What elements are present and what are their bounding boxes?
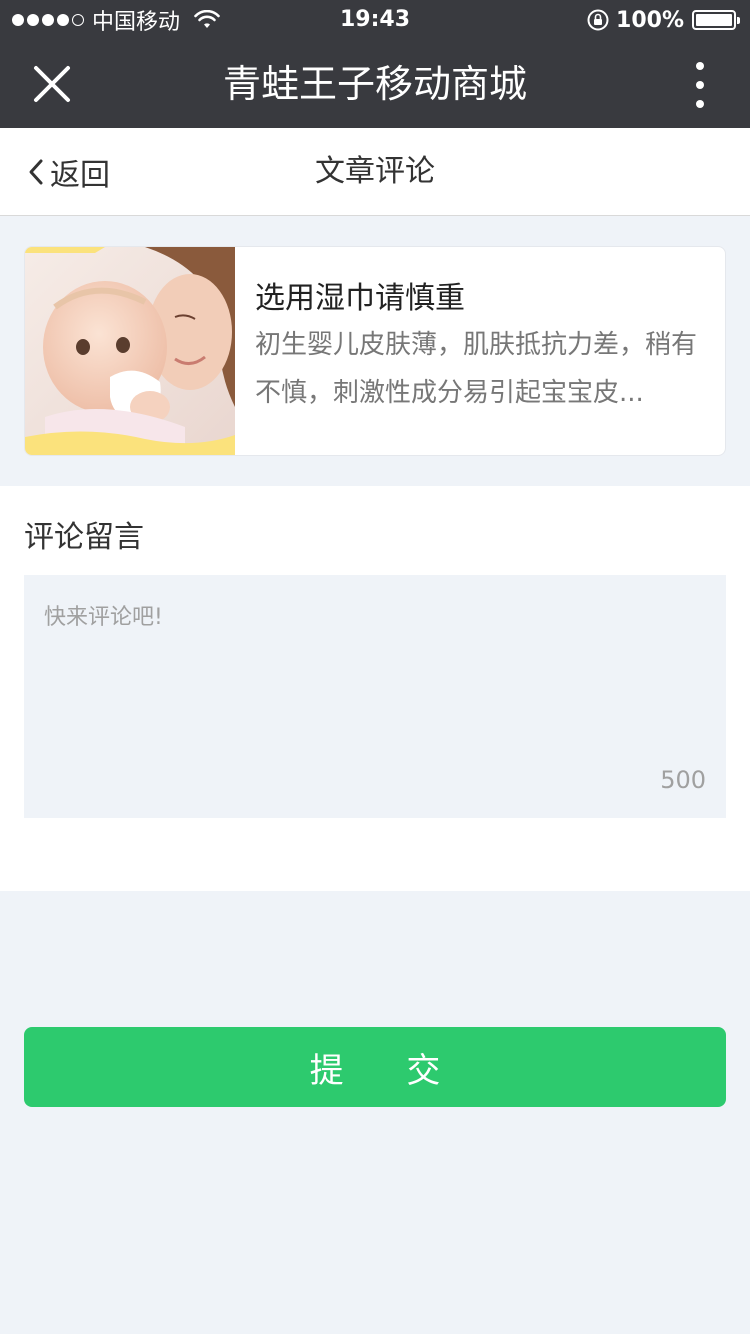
battery-percentage: 100% xyxy=(616,7,684,33)
page-title: 文章评论 xyxy=(315,154,435,189)
nav-header: 返回 文章评论 xyxy=(0,128,750,216)
mother-baby-image xyxy=(25,247,235,455)
status-right: 100% xyxy=(586,6,740,34)
comment-box: 500 xyxy=(24,575,726,818)
submit-label: 提 交 xyxy=(309,1050,467,1091)
more-dot-icon xyxy=(696,81,704,89)
more-options-button[interactable] xyxy=(680,58,720,112)
comment-input[interactable] xyxy=(24,575,726,818)
article-thumbnail xyxy=(25,247,235,455)
char-count: 500 xyxy=(660,766,706,794)
comment-section: 评论留言 500 xyxy=(0,486,750,891)
rotation-lock-icon xyxy=(587,9,609,31)
battery-icon xyxy=(692,10,740,30)
more-dot-icon xyxy=(696,100,704,108)
status-bar: 中国移动 19:43 100% xyxy=(0,0,750,40)
article-summary: 初生婴儿皮肤薄，肌肤抵抗力差，稍有不慎，刺激性成分易引起宝宝皮... xyxy=(255,330,698,408)
app-title-bar: 青蛙王子移动商城 xyxy=(0,40,750,128)
app-title: 青蛙王子移动商城 xyxy=(222,62,527,106)
comment-label: 评论留言 xyxy=(24,520,144,555)
more-dot-icon xyxy=(696,62,704,70)
article-card[interactable]: 选用湿巾请慎重 初生婴儿皮肤薄，肌肤抵抗力差，稍有不慎，刺激性成分易引起宝宝皮.… xyxy=(24,246,726,456)
article-title: 选用湿巾请慎重 xyxy=(255,281,465,316)
submit-button[interactable]: 提 交 xyxy=(24,1027,726,1107)
